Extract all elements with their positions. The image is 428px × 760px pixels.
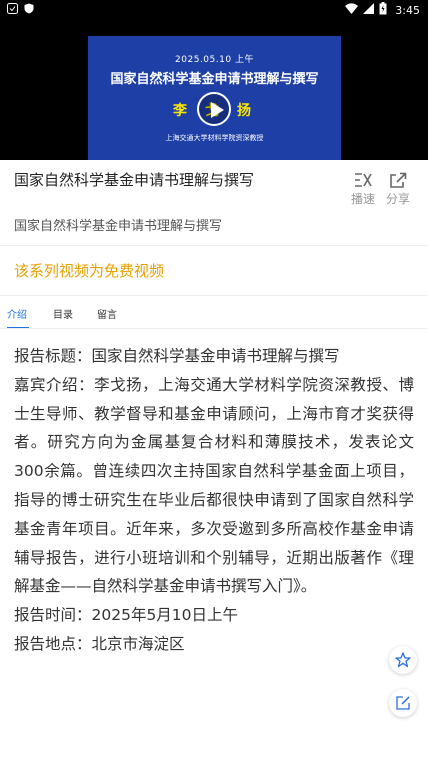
divider	[0, 328, 428, 329]
share-label: 分享	[385, 192, 410, 206]
favorite-button[interactable]	[389, 646, 417, 674]
video-title: 国家自然科学基金申请书理解与撰写	[14, 171, 255, 189]
tab-catalog[interactable]: 目录	[53, 306, 73, 321]
write-comment-button[interactable]	[389, 689, 417, 717]
report-time: 报告时间：2025年5月10日上午	[14, 606, 239, 625]
signal-icon	[363, 3, 375, 17]
status-time: 3:45	[395, 3, 420, 17]
free-video-notice: 该系列视频为免费视频	[14, 262, 165, 280]
speed-icon	[343, 172, 383, 190]
share-button[interactable]: 分享	[378, 172, 418, 207]
guest-intro: 嘉宾介绍：李戈扬，上海交通大学材料学院资深教授、博士生导师、教学督导和基金申请顾…	[14, 375, 414, 596]
star-icon	[395, 652, 411, 668]
divider	[0, 245, 428, 246]
video-player[interactable]: 2025.05.10 上午 国家自然科学基金申请书理解与撰写 李戈扬 上海交通大…	[0, 18, 428, 160]
tab-intro[interactable]: 介绍	[7, 306, 27, 321]
playback-speed-button[interactable]: 播速	[343, 172, 383, 207]
video-slide: 2025.05.10 上午 国家自然科学基金申请书理解与撰写 李戈扬 上海交通大…	[88, 36, 341, 160]
battery-charging-icon	[379, 2, 387, 18]
slide-date: 2025.05.10 上午	[175, 55, 254, 65]
wifi-icon	[345, 3, 359, 17]
play-icon[interactable]	[197, 92, 231, 126]
tab-comments[interactable]: 留言	[97, 306, 117, 321]
report-title: 报告标题：国家自然科学基金申请书理解与撰写	[14, 347, 340, 365]
speed-label: 播速	[350, 192, 375, 206]
edit-icon	[396, 696, 410, 710]
divider	[0, 295, 428, 296]
slide-title: 国家自然科学基金申请书理解与撰写	[110, 72, 319, 87]
status-bar: 3:45	[0, 0, 428, 18]
report-place: 报告地点：北京市海淀区	[14, 634, 185, 653]
share-icon	[378, 172, 418, 190]
video-subtitle: 国家自然科学基金申请书理解与撰写	[14, 219, 223, 234]
notification-icon	[7, 3, 18, 17]
intro-content: 报告标题：国家自然科学基金申请书理解与撰写 嘉宾介绍：李戈扬，上海交通大学材料学…	[14, 342, 414, 659]
tab-bar: 介绍 目录 留言	[0, 306, 428, 329]
shield-icon	[24, 3, 34, 17]
slide-affiliation: 上海交通大学材料学院资深教授	[165, 134, 264, 142]
